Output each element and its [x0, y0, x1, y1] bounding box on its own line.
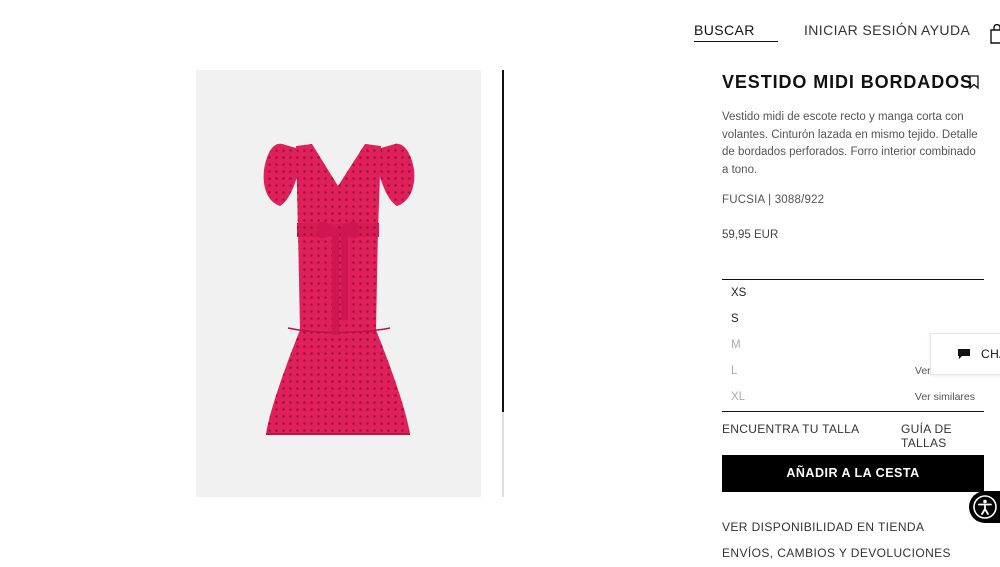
shipping-returns-link[interactable]: ENVÍOS, CAMBIOS Y DEVOLUCIONES	[722, 546, 951, 560]
size-label: L	[731, 365, 738, 377]
shopping-bag-icon[interactable]	[990, 24, 1000, 44]
product-price: 59,95 EUR	[722, 229, 779, 241]
scrollbar-thumb[interactable]	[502, 70, 504, 412]
product-title: VESTIDO MIDI BORDADOS	[722, 72, 973, 92]
size-option-xs[interactable]: XS	[722, 280, 984, 306]
add-to-cart-button[interactable]: AÑADIR A LA CESTA	[722, 455, 984, 492]
help-link[interactable]: AYUDA	[921, 22, 970, 38]
chat-button[interactable]: CHA	[930, 333, 1000, 375]
chat-bubble-icon	[958, 349, 970, 359]
chat-label: CHA	[981, 347, 1000, 361]
size-label: S	[731, 313, 739, 325]
color-reference: FUCSIA | 3088/922	[722, 194, 825, 206]
size-option-s[interactable]: S	[722, 306, 984, 332]
size-option-xl[interactable]: XL Ver similares	[722, 384, 984, 410]
find-your-size-link[interactable]: ENCUENTRA TU TALLA	[722, 422, 859, 436]
product-description: Vestido midi de escote recto y manga cor…	[722, 111, 978, 176]
size-guide-link[interactable]: GUÍA DE TALLAS	[901, 422, 1000, 450]
image-scrollbar[interactable]	[502, 70, 504, 497]
product-image[interactable]	[196, 70, 481, 497]
size-label: XS	[731, 287, 747, 299]
bookmark-icon[interactable]	[969, 75, 979, 89]
login-link[interactable]: INICIAR SESIÓN	[804, 22, 918, 38]
search-link[interactable]: BUSCAR	[694, 22, 778, 42]
size-label: XL	[731, 391, 746, 403]
accessibility-button[interactable]	[969, 491, 1000, 523]
size-label: M	[731, 339, 741, 351]
see-similar-link[interactable]: Ver similares	[915, 391, 975, 403]
accessibility-icon	[973, 495, 997, 519]
dress-illustration	[263, 143, 415, 435]
store-availability-link[interactable]: VER DISPONIBILIDAD EN TIENDA	[722, 520, 924, 534]
